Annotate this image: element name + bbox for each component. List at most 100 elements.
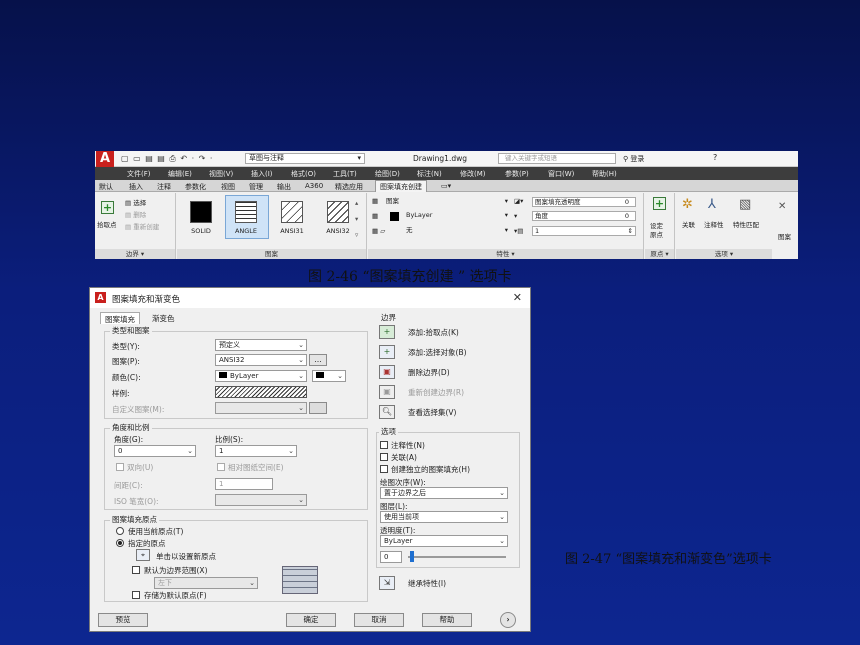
specified-origin-radio[interactable] [116, 539, 124, 547]
pattern-ansi31-swatch[interactable] [281, 201, 303, 223]
menu-tools[interactable]: 工具(T) [333, 169, 357, 179]
add-select-objects-icon[interactable]: + [379, 345, 395, 359]
menu-file[interactable]: 文件(F) [127, 169, 151, 179]
annotative-icon[interactable]: ⅄ [708, 197, 716, 212]
draw-order-dropdown[interactable]: 置于边界之后 ⌄ [380, 487, 508, 499]
scale-field[interactable]: 1 ⇕ [532, 226, 636, 236]
tab-gradient[interactable]: 渐变色 [148, 312, 179, 324]
pattern-browse-button[interactable]: … [309, 354, 327, 366]
tab-view[interactable]: 视图 [221, 182, 235, 192]
relative-paper-checkbox[interactable] [217, 463, 225, 471]
origin-panel-title[interactable]: 原点 ▾ [645, 249, 674, 259]
tab-hatch[interactable]: 图案填充 [100, 312, 140, 324]
transparency-slider-thumb[interactable] [410, 551, 414, 562]
tab-annotate[interactable]: 注释 [157, 182, 171, 192]
spinner-icon[interactable]: ⇕ [628, 227, 633, 235]
tab-insert[interactable]: 插入 [129, 182, 143, 192]
pattern-sample-preview[interactable] [215, 386, 307, 398]
remove-boundary-button[interactable]: ▤ 删除 [125, 209, 146, 219]
menu-parametric[interactable]: 参数(P) [505, 169, 529, 179]
annotative-checkbox[interactable] [380, 441, 388, 449]
tab-hatch-creation[interactable]: 图案填充创建 [375, 180, 427, 192]
annotative-label[interactable]: 注释性 [704, 219, 724, 229]
layer-dropdown[interactable]: 使用当前项 ⌄ [380, 511, 508, 523]
set-origin-icon[interactable]: ⌖ [136, 549, 150, 561]
quick-access-toolbar-icon[interactable]: ▢ ▭ ▤ ▤ ⎙ ↶ · ↷ · [121, 154, 213, 164]
custom-pattern-dropdown[interactable]: ⌄ [215, 402, 307, 414]
add-pick-points-icon[interactable]: + [379, 325, 395, 339]
double-checkbox[interactable] [116, 463, 124, 471]
login-link[interactable]: ⚲ 登录 [623, 154, 644, 164]
close-icon[interactable]: ✕ [513, 291, 522, 304]
view-selections-icon[interactable]: 🔍︎ [379, 405, 395, 419]
menu-help[interactable]: 帮助(H) [592, 169, 617, 179]
store-default-checkbox[interactable] [132, 591, 140, 599]
tab-a360[interactable]: A360 [305, 182, 323, 190]
associative-icon[interactable]: ✲ [682, 197, 693, 212]
pattern-ansi32-swatch[interactable] [327, 201, 349, 223]
tab-default[interactable]: 默认 [99, 182, 113, 192]
boundary-panel-title[interactable]: 边界 ▾ [95, 249, 175, 259]
type-dropdown[interactable]: 预定义 ⌄ [215, 339, 307, 351]
remove-boundaries-icon[interactable]: ▣ [379, 365, 395, 379]
transparency-field[interactable]: 图案填充透明度 0 [532, 197, 636, 207]
menu-draw[interactable]: 绘图(D) [375, 169, 400, 179]
remove-boundaries-label[interactable]: 删除边界(D) [408, 367, 450, 378]
origin-position-dropdown[interactable]: 左下 ⌄ [154, 577, 258, 589]
tab-output[interactable]: 输出 [277, 182, 291, 192]
custom-browse-button[interactable] [309, 402, 327, 414]
default-boundary-checkbox[interactable] [132, 566, 140, 574]
recreate-boundary-button[interactable]: ▤ 重新创建 [125, 221, 159, 231]
pick-points-label[interactable]: 拾取点 [97, 219, 117, 229]
tab-manage[interactable]: 管理 [249, 182, 263, 192]
hatch-color-dropdown[interactable]: ByLayer ▾ [404, 211, 510, 221]
add-pick-points-label[interactable]: 添加:拾取点(K) [408, 327, 459, 338]
menu-view[interactable]: 视图(V) [209, 169, 233, 179]
background-color-dropdown[interactable]: ⌄ [312, 370, 346, 382]
set-origin-icon[interactable]: + [653, 197, 666, 210]
iso-pen-dropdown[interactable]: ⌄ [215, 494, 307, 506]
pattern-angle-swatch[interactable] [235, 201, 257, 223]
help-button[interactable]: ? [713, 153, 717, 162]
set-origin-label-2[interactable]: 原点 [650, 229, 663, 239]
use-current-origin-radio[interactable] [116, 527, 124, 535]
inherit-properties-label[interactable]: 继承特性(I) [408, 578, 446, 589]
tab-options-toggle-icon[interactable]: ▭▾ [441, 182, 451, 190]
add-select-objects-label[interactable]: 添加:选择对象(B) [408, 347, 467, 358]
tab-parametric[interactable]: 参数化 [185, 182, 206, 192]
pattern-dropdown[interactable]: ANSI32 ⌄ [215, 354, 307, 366]
pattern-solid-swatch[interactable] [190, 201, 212, 223]
separate-hatches-checkbox[interactable] [380, 465, 388, 473]
preview-button[interactable]: 预览 [98, 613, 148, 627]
menu-insert[interactable]: 插入(I) [251, 169, 273, 179]
spacing-input[interactable]: 1 [215, 478, 273, 490]
transparency-slider-track[interactable] [408, 556, 506, 558]
autocad-logo[interactable]: A [96, 151, 114, 167]
background-color-dropdown[interactable]: 无 ▾ [404, 226, 510, 236]
close-hatch-icon[interactable]: ✕ [778, 201, 786, 212]
properties-panel-title[interactable]: 特性 ▾ [368, 249, 643, 259]
ok-button[interactable]: 确定 [286, 613, 336, 627]
more-options-button[interactable]: › [500, 612, 516, 628]
recreate-boundary-icon[interactable]: ▣ [379, 385, 395, 399]
inherit-properties-icon[interactable]: ⇲ [379, 576, 395, 590]
associative-label[interactable]: 关联 [682, 219, 695, 229]
recreate-boundary-label[interactable]: 重新创建边界(R) [408, 387, 464, 398]
hatch-type-dropdown[interactable]: 图案 ▾ [384, 197, 510, 207]
transparency-number-input[interactable]: 0 [380, 551, 402, 563]
angle-dropdown[interactable]: 0 ⌄ [114, 445, 196, 457]
menu-edit[interactable]: 编辑(E) [168, 169, 192, 179]
scale-dropdown[interactable]: 1 ⌄ [215, 445, 297, 457]
menu-modify[interactable]: 修改(M) [460, 169, 486, 179]
scroll-up-icon[interactable]: ▴ [355, 199, 358, 207]
options-panel-title[interactable]: 选项 ▾ [676, 249, 772, 259]
menu-dimension[interactable]: 标注(N) [417, 169, 442, 179]
menu-window[interactable]: 窗口(W) [548, 169, 574, 179]
angle-field[interactable]: 角度 0 [532, 211, 636, 221]
help-button[interactable]: 帮助 [422, 613, 472, 627]
select-boundary-button[interactable]: ▤ 选择 [125, 197, 146, 207]
expand-gallery-icon[interactable]: ▿ [355, 231, 358, 239]
close-hatch-label[interactable]: 图案 [778, 231, 791, 241]
workspace-dropdown[interactable]: 草图与注释 ▾ [245, 153, 365, 164]
view-selections-label[interactable]: 查看选择集(V) [408, 407, 456, 418]
